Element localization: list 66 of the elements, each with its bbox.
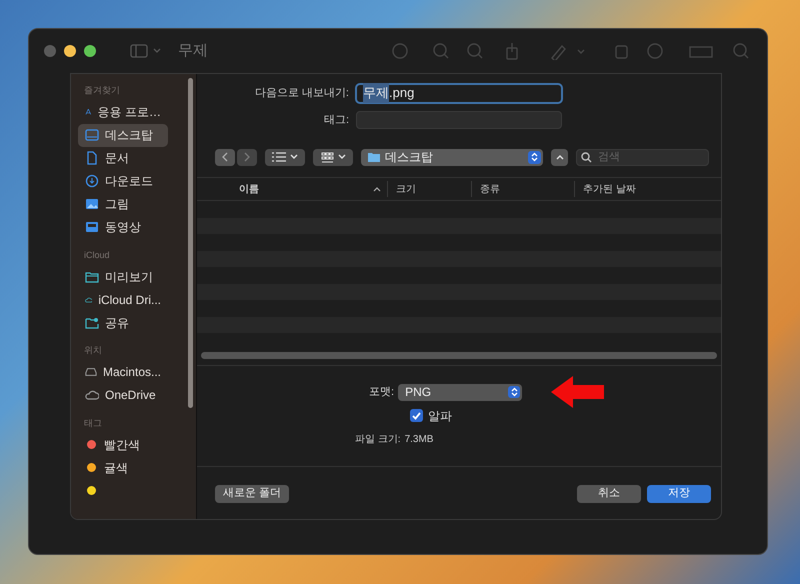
sidebar-item[interactable]: iCloud Dri... — [78, 288, 168, 311]
group-view-button[interactable] — [313, 148, 353, 166]
sidebar-heading: 태그 — [83, 416, 103, 430]
column-header[interactable]: 이름 — [239, 182, 259, 196]
sidebar-toggle-icon[interactable] — [130, 44, 162, 58]
minimize-button[interactable] — [64, 45, 76, 57]
search-icon — [581, 152, 592, 162]
sidebar-heading: 즐겨찾기 — [83, 84, 121, 97]
sidebar-item[interactable]: 미리보기 — [78, 265, 168, 288]
sidebar-item[interactable]: 동영상 — [78, 216, 168, 238]
field-label: 포맷: — [369, 384, 394, 400]
document-icon — [85, 151, 99, 165]
chevron-up-icon — [556, 154, 564, 160]
column-header[interactable]: 크기 — [396, 182, 416, 196]
chevron-right-icon — [243, 152, 251, 162]
filename-field[interactable]: 무제.png — [355, 82, 563, 104]
forward-button[interactable] — [237, 148, 257, 166]
sidebar-heading: 위치 — [83, 344, 103, 357]
sidebar-item[interactable]: 귤색 — [78, 456, 168, 479]
sidebar-item[interactable]: 다운로드 — [78, 170, 168, 192]
cloud-icon — [85, 388, 99, 402]
save-button[interactable]: 저장 — [647, 484, 711, 502]
shared-folder-icon — [85, 316, 99, 330]
chevron-left-icon — [221, 152, 229, 162]
chevron-down-icon — [338, 154, 346, 160]
sidebar-item[interactable]: 데스크탑 — [78, 124, 168, 146]
alpha-checkbox[interactable] — [410, 409, 423, 422]
stepper-icon — [528, 150, 541, 164]
picture-icon — [85, 197, 99, 211]
folder-icon — [368, 152, 380, 162]
field-label: 태그: — [322, 112, 350, 128]
new-folder-button[interactable]: 새로운 폴더 — [215, 484, 290, 502]
download-icon — [85, 174, 99, 188]
back-button[interactable] — [215, 148, 235, 166]
film-icon — [85, 220, 99, 234]
window-title: 무제 — [178, 40, 208, 61]
sidebar-item[interactable]: 응용 프로… — [78, 100, 168, 124]
folder-icon — [85, 270, 99, 284]
sidebar-item[interactable]: 빨간색 — [78, 433, 168, 456]
tags-field[interactable] — [356, 111, 562, 129]
column-header[interactable]: 추가된 날짜 — [583, 182, 636, 196]
grid-icon — [320, 152, 334, 162]
field-label: 다음으로 내보내기: — [254, 86, 350, 101]
desktop-icon — [85, 128, 99, 142]
list-view-button[interactable] — [265, 148, 305, 166]
sidebar-item[interactable]: 그림 — [78, 192, 168, 216]
stepper-icon — [508, 386, 520, 398]
list-icon — [272, 152, 286, 162]
file-size-value: 7.3MB — [404, 432, 434, 446]
zoom-button[interactable] — [84, 45, 96, 57]
checkbox-label: 알파 — [428, 408, 452, 424]
search-field[interactable]: 검색 — [576, 148, 709, 166]
sidebar-item[interactable]: OneDrive — [78, 384, 168, 406]
sidebar-heading: iCloud — [83, 248, 111, 262]
cancel-button[interactable]: 취소 — [577, 484, 641, 502]
field-label: 파일 크기: — [355, 432, 401, 446]
chevron-down-icon — [290, 154, 298, 160]
column-header[interactable]: 종류 — [480, 182, 500, 196]
format-popup[interactable]: PNG — [398, 384, 522, 400]
arrow-drawing — [551, 376, 604, 408]
sidebar-item[interactable]: Macintos... — [78, 360, 168, 384]
location-popup[interactable]: 데스크탑 — [361, 148, 543, 166]
close-button[interactable] — [44, 45, 56, 57]
expand-button[interactable] — [551, 148, 568, 166]
sidebar-item[interactable]: 문서 — [78, 146, 168, 170]
sidebar-item[interactable]: 공유 — [78, 311, 168, 334]
